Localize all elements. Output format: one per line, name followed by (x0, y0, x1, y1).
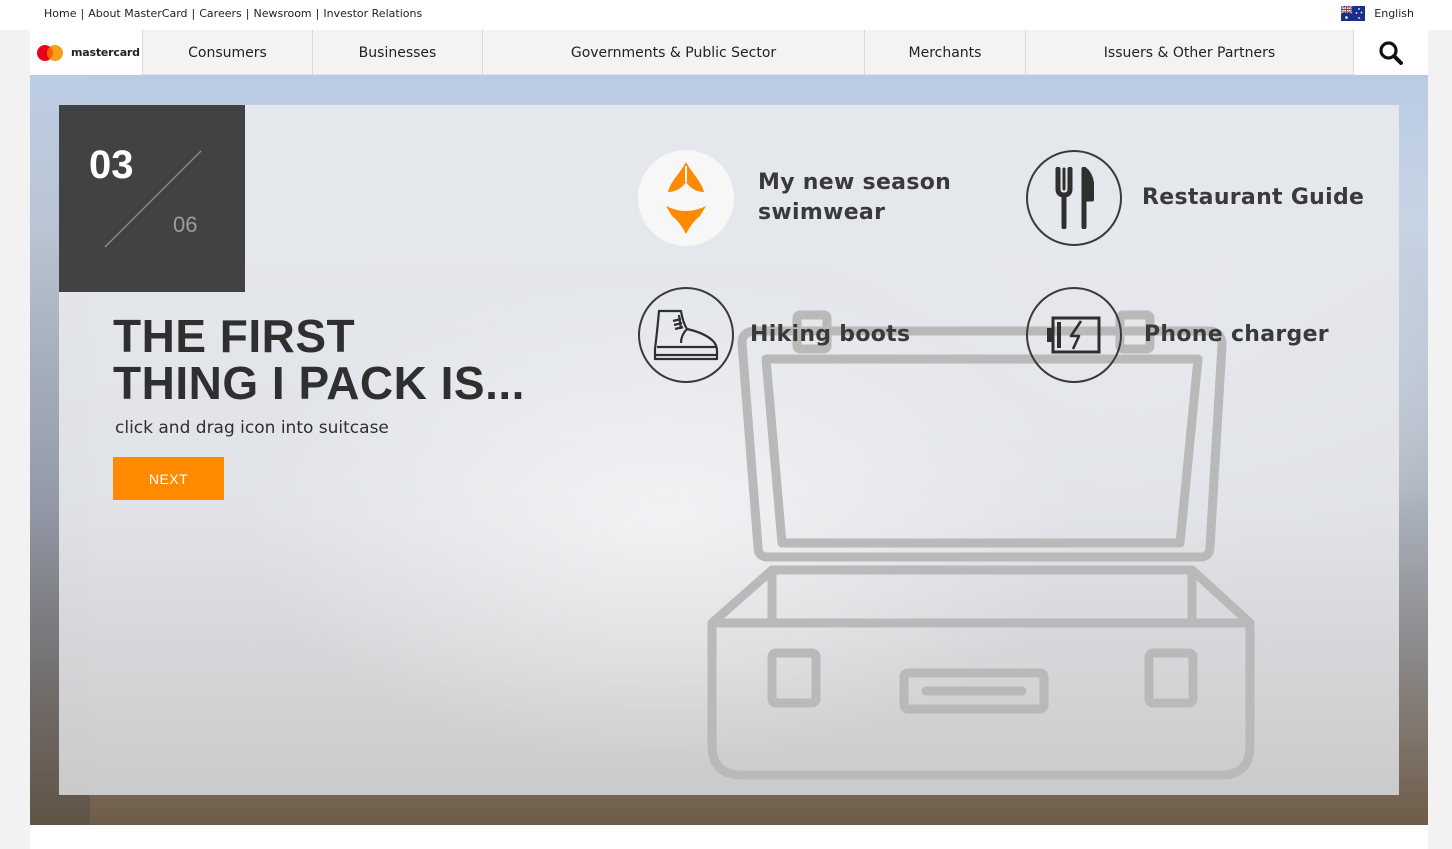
utility-link-careers[interactable]: Careers (199, 7, 242, 20)
language-selector[interactable]: English (1341, 6, 1414, 21)
utility-bar: Home | About MasterCard | Careers | News… (0, 0, 1452, 30)
instruction-text: click and drag icon into suitcase (115, 418, 389, 438)
fork-knife-icon (1055, 167, 1094, 229)
main-nav: mastercard Consumers Businesses Governme… (30, 30, 1428, 75)
item-swimwear[interactable]: My new season swimwear (638, 150, 951, 246)
search-icon (1379, 40, 1403, 65)
bikini-icon (666, 162, 706, 234)
item-phone-charger-label: Phone charger (1144, 322, 1329, 347)
headline-line-1: THE FIRST (113, 310, 356, 362)
item-restaurant-guide[interactable]: Restaurant Guide (1026, 150, 1364, 246)
nav-item-issuers[interactable]: Issuers & Other Partners (1026, 30, 1354, 75)
battery-charger-icon (1047, 316, 1101, 354)
item-hiking-boots-label: Hiking boots (750, 322, 911, 347)
boot-icon (653, 309, 719, 361)
utility-separator: | (191, 7, 196, 20)
item-swimwear-label-line-1: My new season (758, 170, 952, 195)
language-label: English (1374, 7, 1414, 20)
hero: 03 06 THE FIRST THING I PACK IS... click… (30, 75, 1428, 825)
item-phone-charger[interactable]: Phone charger (1026, 287, 1329, 383)
utility-links: Home | About MasterCard | Careers | News… (44, 7, 422, 20)
nav-item-merchants[interactable]: Merchants (865, 30, 1026, 75)
item-hiking-boots[interactable]: Hiking boots (638, 287, 910, 383)
utility-link-about[interactable]: About MasterCard (88, 7, 187, 20)
nav-item-governments[interactable]: Governments & Public Sector (483, 30, 865, 75)
flag-australia-icon (1341, 6, 1366, 21)
nav-item-businesses[interactable]: Businesses (313, 30, 483, 75)
charger-icon-circle[interactable] (1026, 287, 1122, 383)
utility-link-newsroom[interactable]: Newsroom (253, 7, 311, 20)
search-button[interactable] (1354, 30, 1428, 75)
mastercard-logo-icon (37, 44, 63, 61)
slide-total: 06 (173, 212, 198, 237)
utility-separator: | (315, 7, 320, 20)
logo-text: mastercard (71, 46, 140, 59)
nav-item-consumers[interactable]: Consumers (143, 30, 313, 75)
slide-counter: 03 06 (59, 105, 245, 292)
swimwear-icon-circle[interactable] (638, 150, 734, 246)
utility-link-home[interactable]: Home (44, 7, 76, 20)
boots-icon-circle[interactable] (638, 287, 734, 383)
item-swimwear-label: My new season swimwear (758, 168, 951, 228)
item-restaurant-guide-label: Restaurant Guide (1142, 185, 1365, 210)
utility-separator: | (80, 7, 85, 20)
headline-line-2: THING I PACK IS... (113, 357, 525, 409)
next-button[interactable]: NEXT (113, 457, 224, 500)
restaurant-icon-circle[interactable] (1026, 150, 1122, 246)
utility-link-investor-relations[interactable]: Investor Relations (323, 7, 422, 20)
item-swimwear-label-line-2: swimwear (758, 200, 886, 225)
footer-strip (30, 825, 1428, 849)
utility-separator: | (245, 7, 250, 20)
page-title: THE FIRST THING I PACK IS... (113, 313, 525, 407)
mastercard-logo[interactable]: mastercard (30, 30, 143, 75)
quiz-panel: 03 06 THE FIRST THING I PACK IS... click… (59, 105, 1399, 795)
